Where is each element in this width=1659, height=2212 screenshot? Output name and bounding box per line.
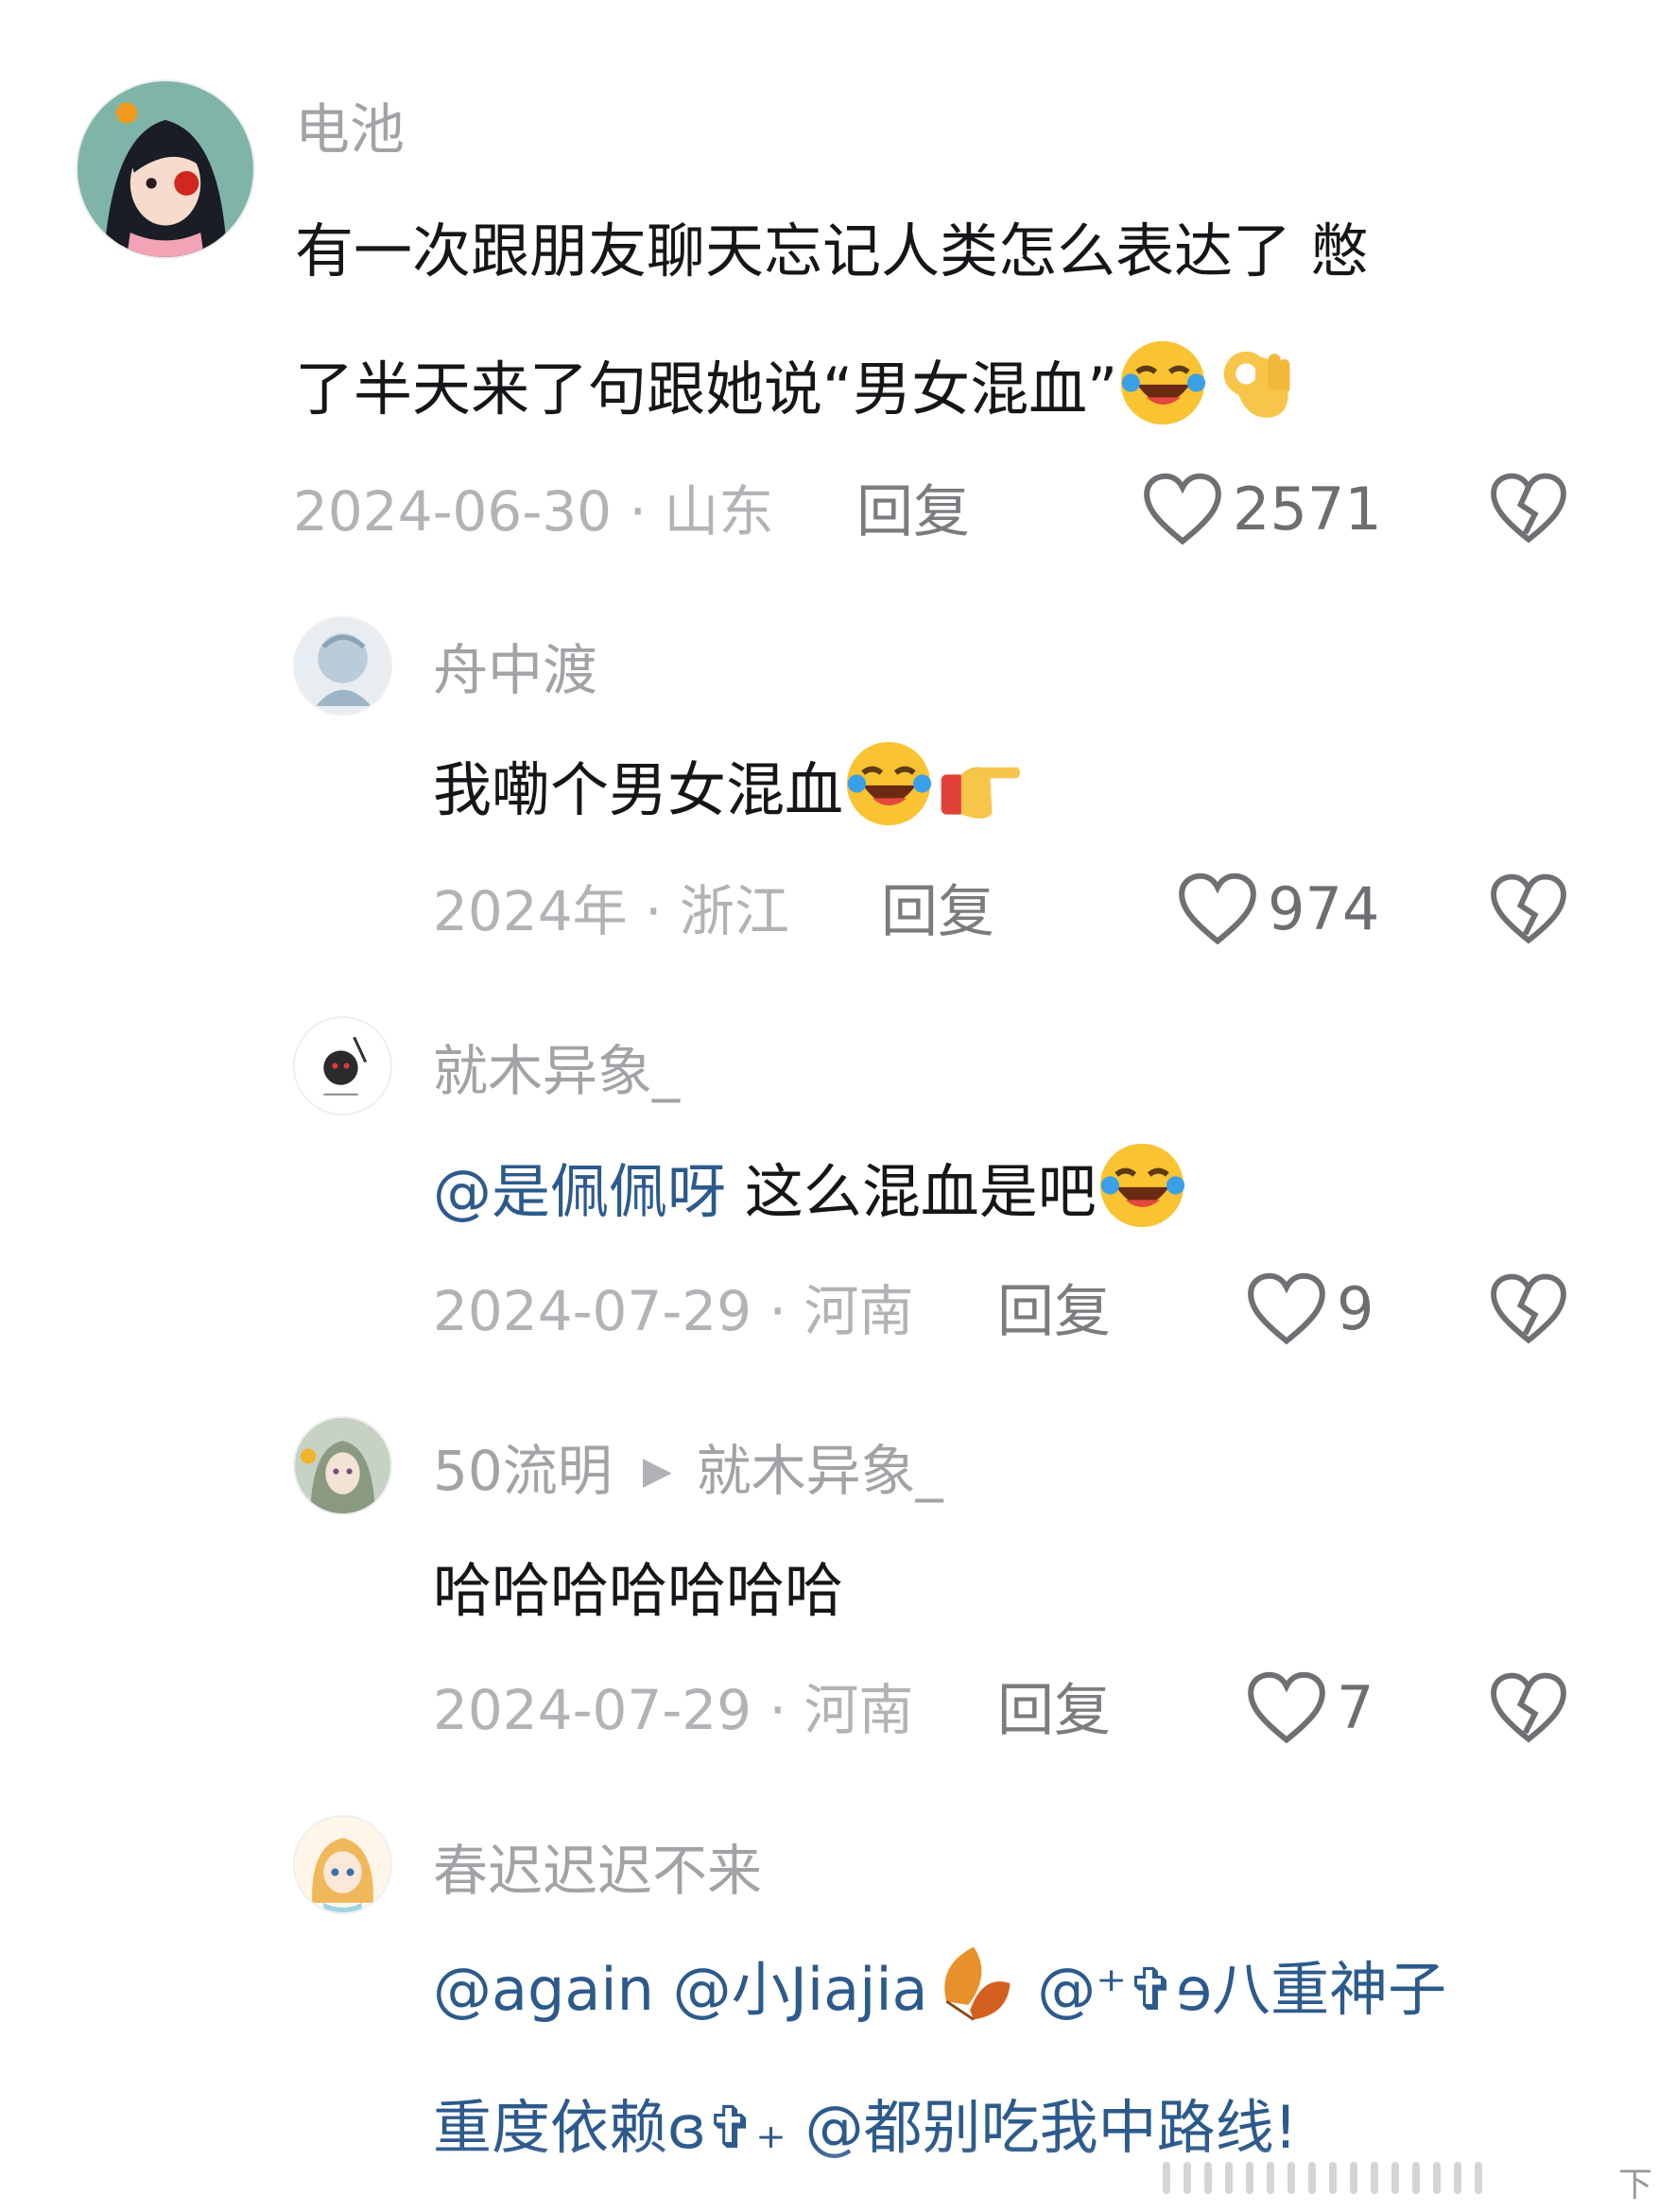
username-row: 50流明 ▶ 就木异象_ xyxy=(433,1443,943,1498)
comment-line: 了半天来了句跟她说“男女混血” xyxy=(295,354,1118,423)
comment-line: @again @小Jiajia @⁺✞ɘ八重神子 xyxy=(433,1921,1446,2059)
ok-hand-emoji-icon xyxy=(1224,351,1290,418)
comment-body: 哈哈哈哈哈哈哈 xyxy=(433,1556,844,1625)
mention-link[interactable]: @again xyxy=(433,1955,654,2024)
heart-icon xyxy=(1144,473,1221,545)
username[interactable]: 就木异象_ xyxy=(433,1044,680,1098)
reply-to-username[interactable]: 就木异象_ xyxy=(697,1443,943,1498)
comment-text: 我嘞个男女混血 xyxy=(433,721,1025,859)
comment-body: 我嘞个男女混血 xyxy=(433,755,844,824)
reply-button[interactable]: 回复 xyxy=(881,884,994,941)
broken-heart-icon[interactable] xyxy=(1489,1670,1568,1746)
avatar[interactable] xyxy=(293,1815,392,1914)
comment-text: @是佩佩呀 这么混血是吧 xyxy=(433,1123,1187,1261)
watermark-bars xyxy=(1163,2157,1616,2199)
comment-meta: 2024-07-29 · 河南 xyxy=(433,1678,914,1742)
fallen-leaf-emoji-icon xyxy=(943,1946,1010,2021)
rofl-emoji-icon xyxy=(1121,340,1206,425)
like-count: 7 xyxy=(1337,1673,1374,1742)
mention-link[interactable]: @是佩佩呀 xyxy=(433,1157,726,1226)
username[interactable]: 舟中渡 xyxy=(433,643,597,698)
reply-arrow-icon: ▶ xyxy=(642,1449,672,1493)
username[interactable]: 50流明 xyxy=(433,1443,613,1498)
like-button[interactable]: 9 xyxy=(1246,1267,1374,1352)
broken-heart-icon[interactable] xyxy=(1489,872,1568,947)
avatar[interactable] xyxy=(293,616,392,716)
mention-link[interactable]: @⁺✞ɘ八重神子 xyxy=(1037,1955,1446,2024)
comment-meta: 2024-06-30 · 山东 xyxy=(293,479,774,544)
comment-line-2: 了半天来了句跟她说“男女混血” xyxy=(295,320,1369,458)
rofl-emoji-icon xyxy=(1099,1143,1184,1228)
avatar-image-icon xyxy=(295,618,390,714)
comment-meta: 2024年 · 浙江 xyxy=(433,879,789,943)
heart-icon xyxy=(1179,873,1256,945)
comment-meta: 2024-07-29 · 河南 xyxy=(433,1279,914,1343)
heart-icon xyxy=(1248,1671,1325,1744)
username[interactable]: 春迟迟迟不来 xyxy=(433,1843,762,1898)
like-button[interactable]: 7 xyxy=(1246,1666,1374,1751)
reply-button[interactable]: 回复 xyxy=(997,1284,1111,1340)
comment-text: 哈哈哈哈哈哈哈 xyxy=(433,1522,843,1660)
avatar[interactable] xyxy=(76,79,255,259)
like-count: 974 xyxy=(1268,874,1380,943)
mention-link[interactable]: @小Jiajia xyxy=(673,1955,928,2024)
like-count: 9 xyxy=(1337,1274,1374,1343)
heart-icon xyxy=(1248,1272,1325,1345)
comment-line: 有一次跟朋友聊天忘记人类怎么表达了 憋 xyxy=(295,216,1369,285)
comment-text: 有一次跟朋友聊天忘记人类怎么表达了 憋 了半天来了句跟她说“男女混血” xyxy=(295,182,1369,458)
pointing-hand-emoji-icon xyxy=(941,767,1021,819)
avatar-image-icon xyxy=(295,1418,390,1513)
anime-avatar-icon xyxy=(78,81,253,257)
username[interactable]: 电池 xyxy=(295,102,405,157)
reply-button[interactable]: 回复 xyxy=(997,1683,1111,1739)
like-button[interactable]: 974 xyxy=(1177,867,1379,952)
reply-button[interactable]: 回复 xyxy=(856,484,970,541)
avatar[interactable] xyxy=(293,1416,392,1515)
watermark-text: 下 xyxy=(1618,2166,1653,2204)
like-count: 2571 xyxy=(1233,475,1382,544)
avatar-image-icon xyxy=(295,1018,390,1114)
broken-heart-icon[interactable] xyxy=(1489,1271,1568,1347)
broken-heart-icon[interactable] xyxy=(1489,471,1568,546)
avatar[interactable] xyxy=(293,1016,392,1115)
rofl-emoji-icon xyxy=(846,741,932,826)
avatar-image-icon xyxy=(295,1817,390,1912)
comment-body: 这么混血是吧 xyxy=(726,1157,1097,1226)
like-button[interactable]: 2571 xyxy=(1142,467,1382,552)
